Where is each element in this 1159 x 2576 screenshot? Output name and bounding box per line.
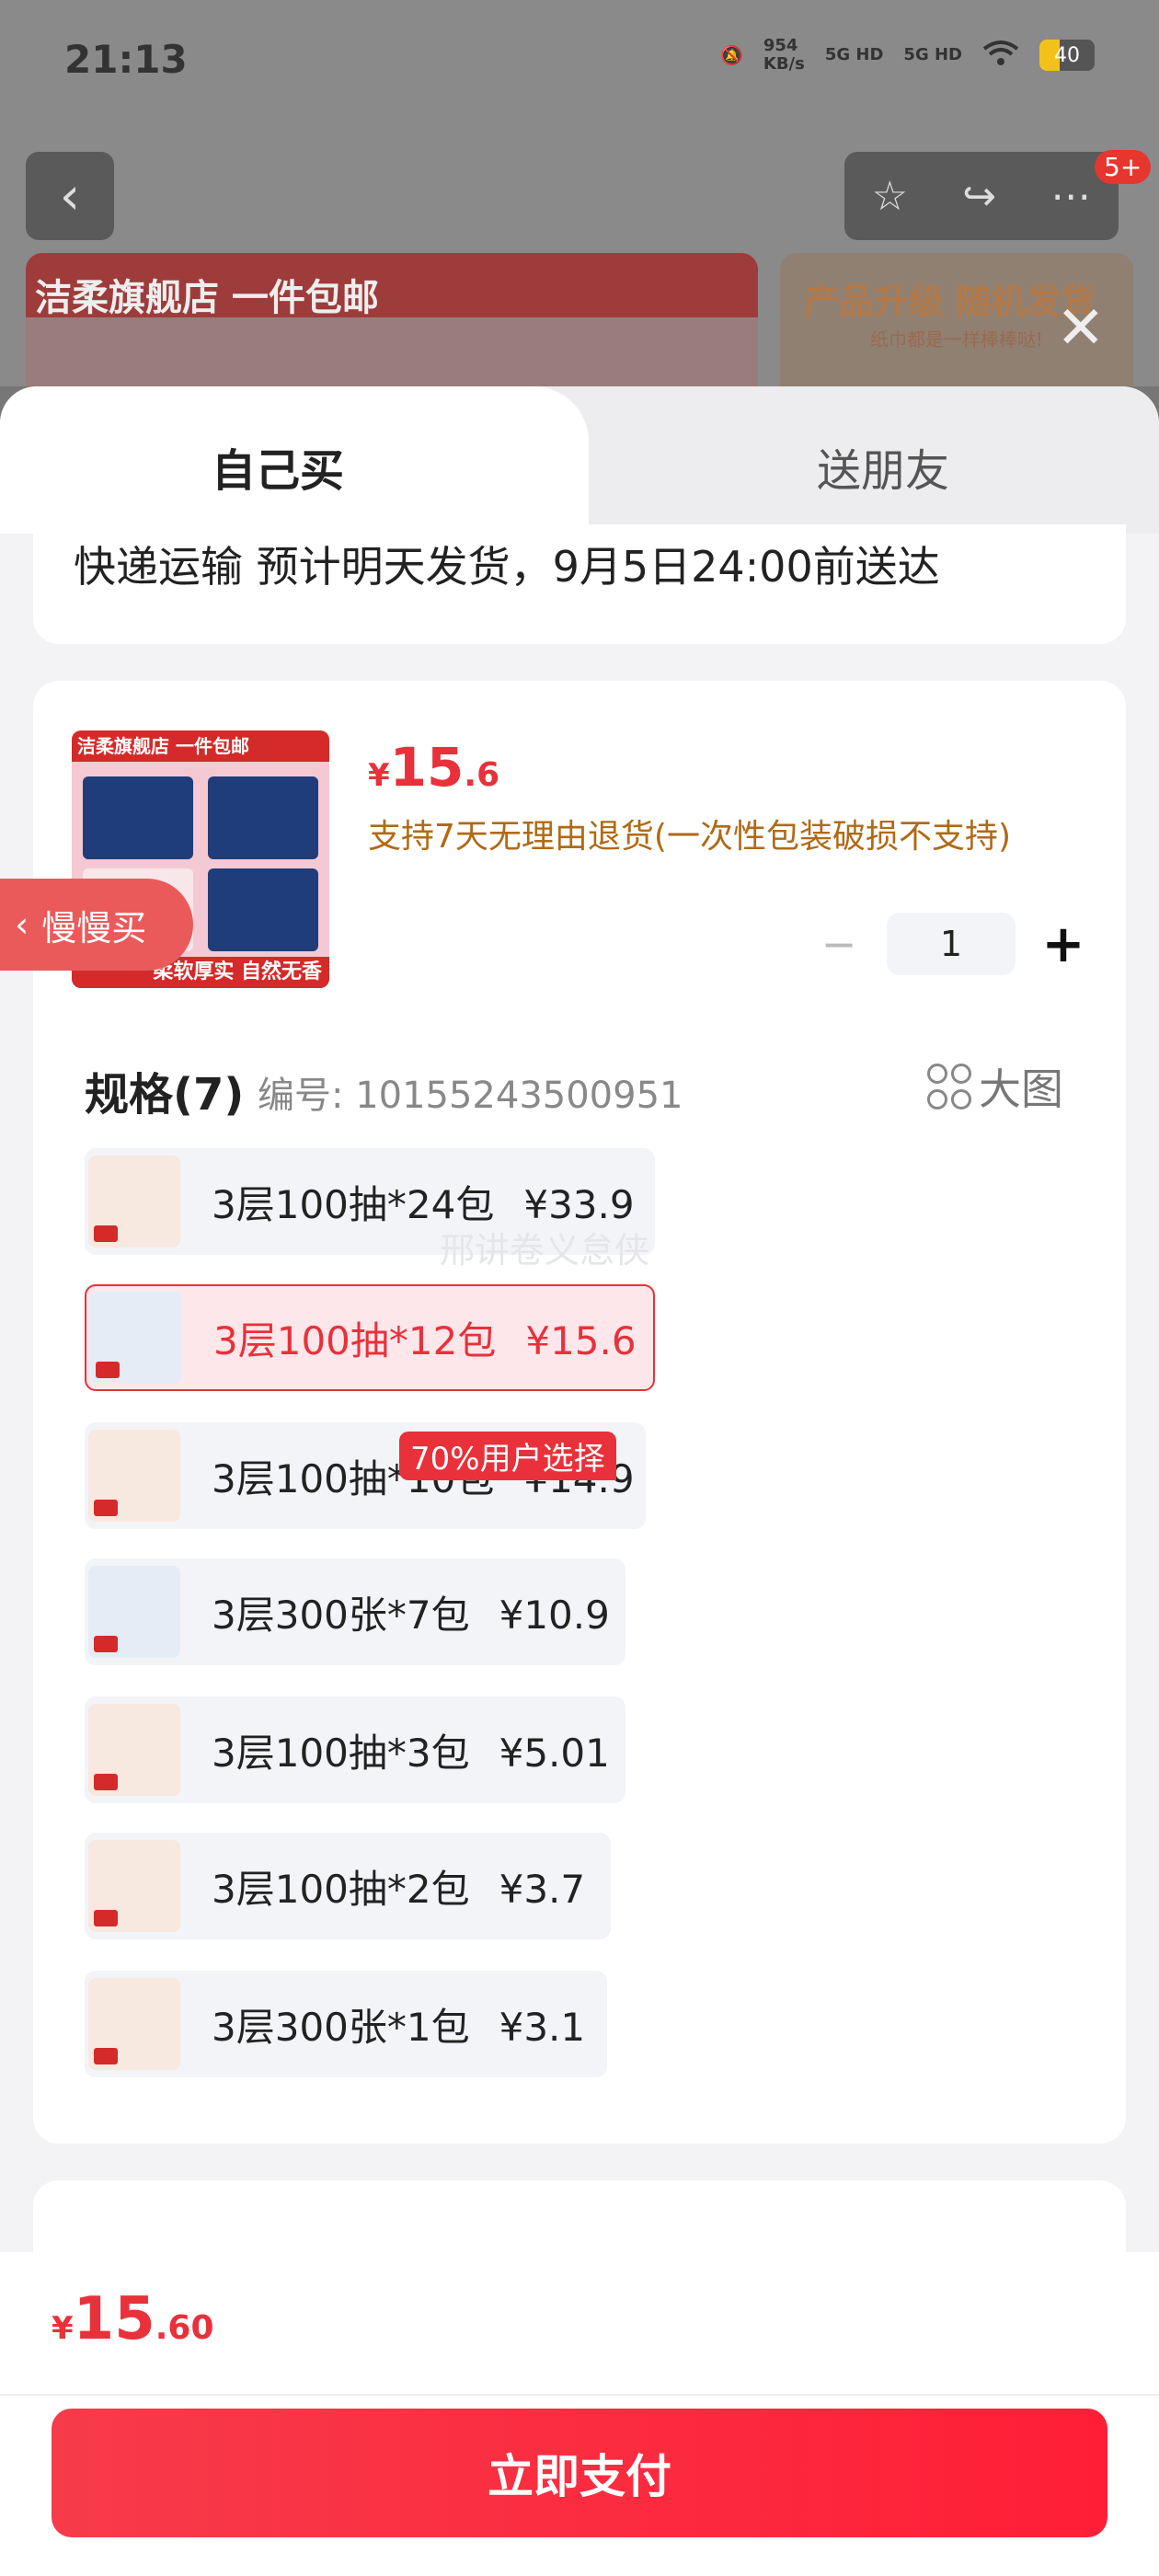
product-card: 洁柔旗舰店 一件包邮 柔软厚实 自然无香 ¥15.6 支持7天无理由退货(一次性…: [33, 681, 1126, 2144]
purchase-sheet: 自己买 送朋友 快递运输 预计明天发货，9月5日24:00前送达 洁柔旗舰店 一…: [0, 386, 1159, 2576]
spec-code: 编号: 10155243500951: [258, 1075, 683, 1117]
message-badge: 5+: [1095, 150, 1152, 184]
tab-self[interactable]: 自己买: [0, 386, 589, 534]
big-picture-button[interactable]: 大图: [927, 1056, 1063, 1117]
quantity-input[interactable]: 1: [887, 913, 1016, 975]
pay-button[interactable]: 立即支付: [52, 2409, 1107, 2537]
popular-choice-tag: 70%用户选择: [399, 1432, 616, 1480]
delivery-text: 快递运输 预计明天发货，9月5日24:00前送达: [74, 542, 940, 592]
slow-buy-tab[interactable]: ‹ 慢慢买: [0, 879, 193, 971]
tab-bar: 自己买 送朋友: [0, 386, 1159, 534]
increase-button[interactable]: +: [1036, 914, 1091, 974]
signal-1: 5G HD: [824, 45, 884, 64]
spec-option-selected[interactable]: 3层100抽*12包 ¥15.6: [85, 1284, 655, 1391]
wifi-icon: [982, 40, 1019, 72]
spec-title: 规格(7): [85, 1069, 245, 1121]
spec-option[interactable]: 3层100抽*2包 ¥3.7: [85, 1833, 611, 1939]
decrease-button[interactable]: −: [811, 919, 866, 969]
delivery-info: 快递运输 预计明天发货，9月5日24:00前送达: [33, 524, 1126, 644]
close-icon[interactable]: ✕: [1056, 294, 1106, 362]
grid-icon: [927, 1064, 971, 1110]
spec-option[interactable]: 3层300张*7包 ¥10.9: [85, 1558, 625, 1665]
back-button[interactable]: ‹: [26, 152, 114, 240]
more-icon[interactable]: ⋯: [1050, 173, 1091, 220]
battery-indicator: 40: [1039, 40, 1095, 71]
spec-option[interactable]: 3层300张*1包 ¥3.1: [85, 1971, 607, 2077]
watermark: 邢讲卷义怠侠: [440, 1230, 650, 1271]
star-icon[interactable]: ☆: [872, 173, 908, 220]
status-bar: 21:13 🔕 954 KB/s 5G HD 5G HD 40: [0, 0, 1159, 120]
quantity-stepper: − 1 +: [811, 913, 1091, 975]
chevron-left-icon: ‹: [15, 904, 29, 945]
spec-option[interactable]: 3层100抽*3包 ¥5.01: [85, 1696, 625, 1803]
share-icon[interactable]: ↪: [962, 173, 996, 220]
checkout-footer: ¥15.60 立即支付: [0, 2252, 1159, 2576]
chevron-left-icon: ‹: [59, 166, 81, 226]
tab-friend[interactable]: 送朋友: [817, 434, 949, 499]
product-price: ¥15.6: [368, 736, 500, 799]
signal-2: 5G HD: [903, 45, 962, 64]
banner-left: 洁柔旗舰店 一件包邮: [26, 253, 758, 386]
top-actions: ☆ ↪ ⋯: [844, 152, 1119, 240]
total-price: ¥15.60: [52, 2285, 214, 2353]
bell-off-icon: 🔕: [719, 44, 743, 66]
net-speed: 954 KB/s: [763, 36, 805, 74]
return-policy: 支持7天无理由退货(一次性包装破损不支持): [368, 818, 1011, 856]
status-icons: 🔕 954 KB/s 5G HD 5G HD 40: [720, 37, 1095, 74]
status-time: 21:13: [64, 37, 188, 82]
